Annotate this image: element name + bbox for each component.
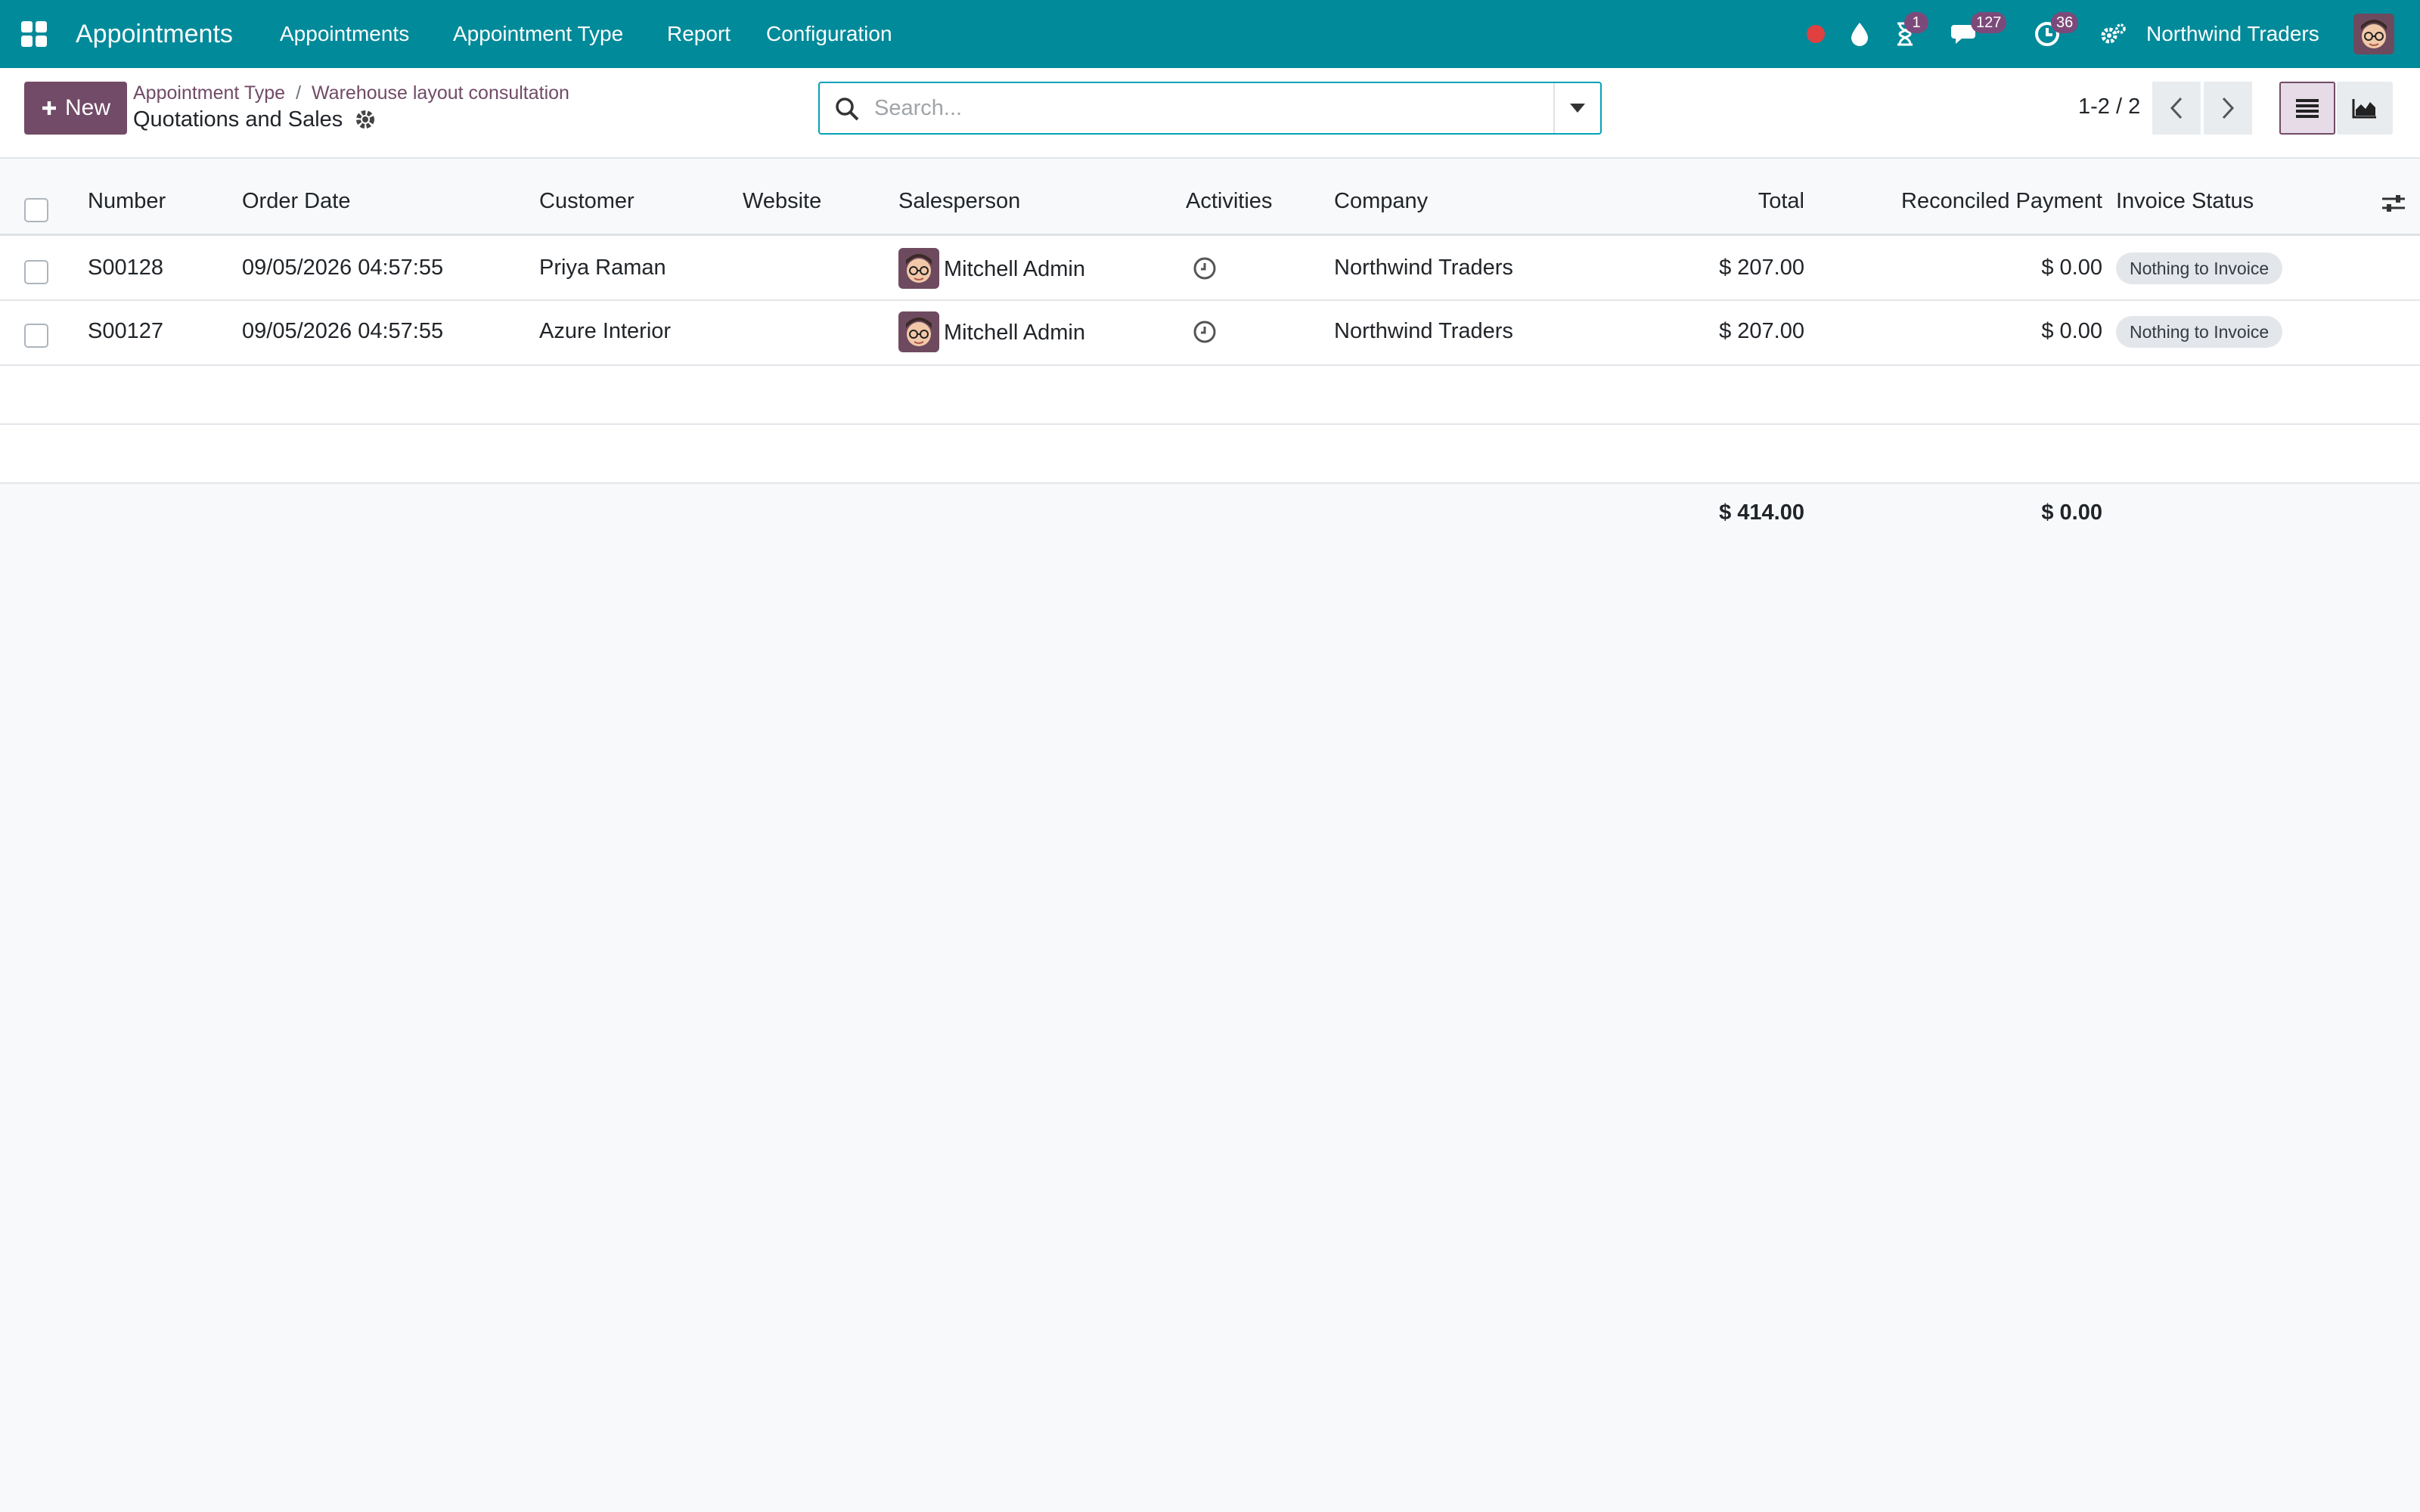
salesperson-avatar [898, 311, 939, 352]
chevron-right-icon [2222, 97, 2235, 119]
breadcrumb-separator: / [296, 82, 302, 104]
menu-appointment-type[interactable]: Appointment Type [453, 18, 623, 50]
row-company: Northwind Traders [1334, 256, 1513, 280]
activities-count-badge: 1 [1904, 12, 1928, 33]
row-company: Northwind Traders [1334, 319, 1513, 343]
column-header-order-date[interactable]: Order Date [242, 186, 350, 216]
search-input[interactable] [874, 91, 1525, 125]
column-header-website[interactable]: Website [743, 186, 821, 216]
row-reconciled-payment: $ 0.00 [2041, 256, 2102, 280]
column-header-activities[interactable]: Activities [1186, 186, 1272, 216]
menu-appointments[interactable]: Appointments [280, 18, 409, 50]
list-view-button[interactable] [2279, 82, 2335, 135]
invoice-status-badge: Nothing to Invoice [2116, 253, 2283, 284]
list-icon [2296, 99, 2319, 118]
activity-clock-icon[interactable] [1192, 256, 1218, 281]
settings-gears-icon[interactable] [2099, 20, 2128, 48]
gear-icon[interactable] [355, 109, 376, 130]
app-title[interactable]: Appointments [76, 17, 233, 51]
graph-view-button[interactable] [2337, 82, 2393, 135]
row-reconciled-payment: $ 0.00 [2041, 319, 2102, 343]
pager-next-button[interactable] [2204, 82, 2252, 135]
empty-row [0, 425, 2420, 484]
row-checkbox[interactable] [24, 324, 48, 348]
menu-report[interactable]: Report [667, 18, 731, 50]
chevron-left-icon [2170, 97, 2183, 119]
menu-configuration[interactable]: Configuration [766, 18, 892, 50]
column-header-invoice-status[interactable]: Invoice Status [2116, 186, 2254, 216]
search-icon [836, 98, 859, 121]
row-customer: Azure Interior [539, 319, 672, 343]
column-header-reconciled-payment[interactable]: Reconciled Payment [1830, 186, 2102, 216]
new-button[interactable]: New [24, 82, 127, 135]
breadcrumb-warehouse-layout-consultation[interactable]: Warehouse layout consultation [312, 82, 569, 104]
row-checkbox[interactable] [24, 260, 48, 284]
row-order-date: 09/05/2026 04:57:55 [242, 319, 444, 343]
table-footer-totals: $ 414.00 $ 0.00 [0, 484, 2420, 544]
page-title: Quotations and Sales [133, 107, 343, 132]
timer-count-badge: 36 [2051, 12, 2079, 33]
breadcrumb-appointment-type[interactable]: Appointment Type [133, 82, 285, 104]
column-header-total[interactable]: Total [1588, 186, 1804, 216]
area-chart-icon [2352, 99, 2376, 119]
pager-previous-button[interactable] [2152, 82, 2201, 135]
row-total: $ 207.00 [1719, 256, 1804, 280]
optional-columns-toggle-icon[interactable] [2381, 192, 2406, 215]
table-header: Number Order Date Customer Website Sales… [0, 159, 2420, 236]
plus-icon [42, 101, 56, 115]
apps-grid-icon[interactable] [21, 21, 47, 47]
row-customer: Priya Raman [539, 256, 666, 280]
search-bar [818, 82, 1602, 135]
empty-row [0, 366, 2420, 425]
caret-down-icon [1570, 104, 1585, 113]
activity-clock-icon[interactable] [1192, 319, 1218, 345]
select-all-checkbox[interactable] [24, 198, 48, 222]
table-row[interactable]: S00128 09/05/2026 04:57:55 Priya Raman M… [0, 236, 2420, 301]
table-row[interactable]: S00127 09/05/2026 04:57:55 Azure Interio… [0, 301, 2420, 366]
new-button-label: New [64, 95, 110, 120]
column-header-customer[interactable]: Customer [539, 186, 634, 216]
breadcrumb: Appointment Type / Warehouse layout consul… [133, 80, 569, 106]
search-options-toggle[interactable] [1553, 83, 1600, 133]
row-salesperson: Mitchell Admin [944, 321, 1085, 345]
pager-value[interactable]: 1-2 / 2 [2078, 91, 2140, 122]
page-title-wrap: Quotations and Sales [133, 104, 376, 135]
control-panel: New Appointment Type / Warehouse layout co… [0, 68, 2420, 159]
invoice-status-badge: Nothing to Invoice [2116, 316, 2283, 348]
column-header-number[interactable]: Number [88, 186, 166, 216]
sum-reconciled-payment: $ 0.00 [2041, 500, 2102, 525]
top-navbar: Appointments Appointments Appointment Ty… [0, 0, 2420, 68]
column-header-salesperson[interactable]: Salesperson [898, 186, 1020, 216]
row-salesperson: Mitchell Admin [944, 257, 1085, 281]
user-avatar[interactable] [2353, 14, 2394, 54]
record-status-icon[interactable] [1801, 20, 1830, 48]
row-total: $ 207.00 [1719, 319, 1804, 343]
column-header-company[interactable]: Company [1334, 186, 1428, 216]
salesperson-avatar [898, 248, 939, 289]
row-order-date: 09/05/2026 04:57:55 [242, 256, 444, 280]
messages-count-badge: 127 [1971, 12, 2007, 33]
sum-total: $ 414.00 [1719, 500, 1804, 525]
row-number: S00127 [88, 319, 163, 343]
drop-icon[interactable] [1845, 20, 1874, 48]
row-number: S00128 [88, 256, 163, 280]
company-switcher[interactable]: Northwind Traders [2146, 18, 2319, 50]
